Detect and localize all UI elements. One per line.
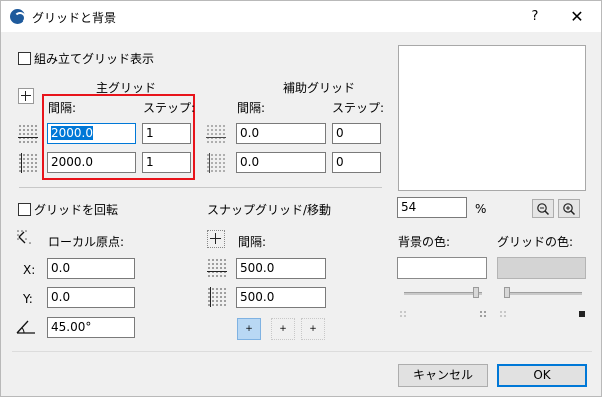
zoom-in-icon[interactable] — [558, 199, 580, 218]
help-button[interactable]: ? — [525, 7, 545, 27]
cancel-button[interactable]: キャンセル — [398, 364, 488, 387]
origin-x-input[interactable]: 0.0 — [47, 258, 135, 279]
background-color-label: 背景の色: — [398, 235, 451, 249]
construction-grid-checkbox[interactable] — [18, 52, 31, 65]
snap-mode-grid-button[interactable]: + — [301, 318, 325, 340]
rotate-grid-checkbox[interactable] — [18, 203, 31, 216]
aux-spacing-label: 間隔: — [237, 101, 266, 115]
zoom-unit: % — [475, 202, 487, 216]
snap-horizontal-icon — [207, 258, 227, 278]
snap-v-input[interactable]: 500.0 — [236, 287, 326, 308]
grid-sparse-dots-icon — [499, 310, 507, 318]
aux-vertical-spacing-icon — [206, 153, 226, 173]
background-slider-thumb[interactable] — [473, 287, 479, 298]
local-origin-icon — [15, 228, 35, 248]
snap-spacing-label: 間隔: — [238, 235, 267, 249]
x-label: X: — [23, 263, 36, 277]
snap-grid-heading: スナップグリッド/移動 — [207, 203, 332, 217]
zoom-input[interactable]: 54 — [397, 197, 467, 218]
main-h-spacing-input[interactable]: 2000.0 — [47, 123, 136, 144]
close-button[interactable]: ✕ — [567, 7, 587, 27]
aux-step-label: ステップ: — [332, 101, 385, 115]
local-origin-label: ローカル原点: — [48, 235, 125, 249]
y-label: Y: — [23, 292, 33, 306]
angle-input[interactable]: 45.00° — [47, 317, 135, 338]
main-h-step-input[interactable]: 1 — [142, 123, 191, 144]
section-divider — [19, 187, 382, 188]
aux-h-step-input[interactable]: 0 — [332, 123, 381, 144]
sparse-dots-icon — [399, 310, 407, 318]
snap-grid-icon — [207, 230, 225, 248]
snap-mode-dots-button[interactable]: + — [271, 318, 295, 340]
grid-color-label: グリッドの色: — [497, 235, 574, 249]
grid-cross-icon — [18, 88, 34, 104]
construction-grid-label: 組み立てグリッド表示 — [34, 52, 155, 66]
aux-grid-heading: 補助グリッド — [283, 81, 356, 95]
main-spacing-label: 間隔: — [48, 101, 77, 115]
grid-slider-track — [504, 292, 582, 295]
rotate-grid-label: グリッドを回転 — [34, 203, 119, 217]
main-v-spacing-input[interactable]: 2000.0 — [47, 152, 136, 173]
snap-mode-center-button[interactable]: + — [237, 318, 261, 340]
vertical-spacing-icon — [18, 153, 38, 173]
aux-horizontal-spacing-icon — [206, 124, 226, 144]
snap-vertical-icon — [207, 287, 227, 307]
grid-preview — [398, 45, 586, 191]
aux-v-step-input[interactable]: 0 — [332, 152, 381, 173]
grid-color-swatch[interactable] — [497, 257, 586, 279]
ok-button[interactable]: OK — [497, 364, 587, 387]
dialog-window: グリッドと背景 ? ✕ 組み立てグリッド表示 主グリッド 間隔: ステップ: 2… — [0, 0, 602, 397]
zoom-out-icon[interactable] — [532, 199, 554, 218]
aux-v-spacing-input[interactable]: 0.0 — [236, 152, 326, 173]
aux-h-spacing-input[interactable]: 0.0 — [236, 123, 326, 144]
dense-dots-icon — [479, 310, 487, 318]
background-color-swatch[interactable] — [397, 257, 487, 279]
window-title: グリッドと背景 — [32, 11, 117, 25]
horizontal-spacing-icon — [18, 124, 38, 144]
title-bar: グリッドと背景 ? ✕ — [1, 1, 601, 32]
grid-slider-thumb[interactable] — [504, 287, 510, 298]
footer-divider — [12, 351, 592, 352]
app-icon — [10, 9, 26, 24]
origin-y-input[interactable]: 0.0 — [47, 287, 135, 308]
main-step-label: ステップ: — [143, 101, 196, 115]
snap-h-input[interactable]: 500.0 — [236, 258, 326, 279]
grid-dense-dots-icon — [579, 311, 585, 317]
angle-icon — [15, 317, 35, 337]
background-slider-track — [404, 292, 482, 295]
main-v-step-input[interactable]: 1 — [142, 152, 191, 173]
